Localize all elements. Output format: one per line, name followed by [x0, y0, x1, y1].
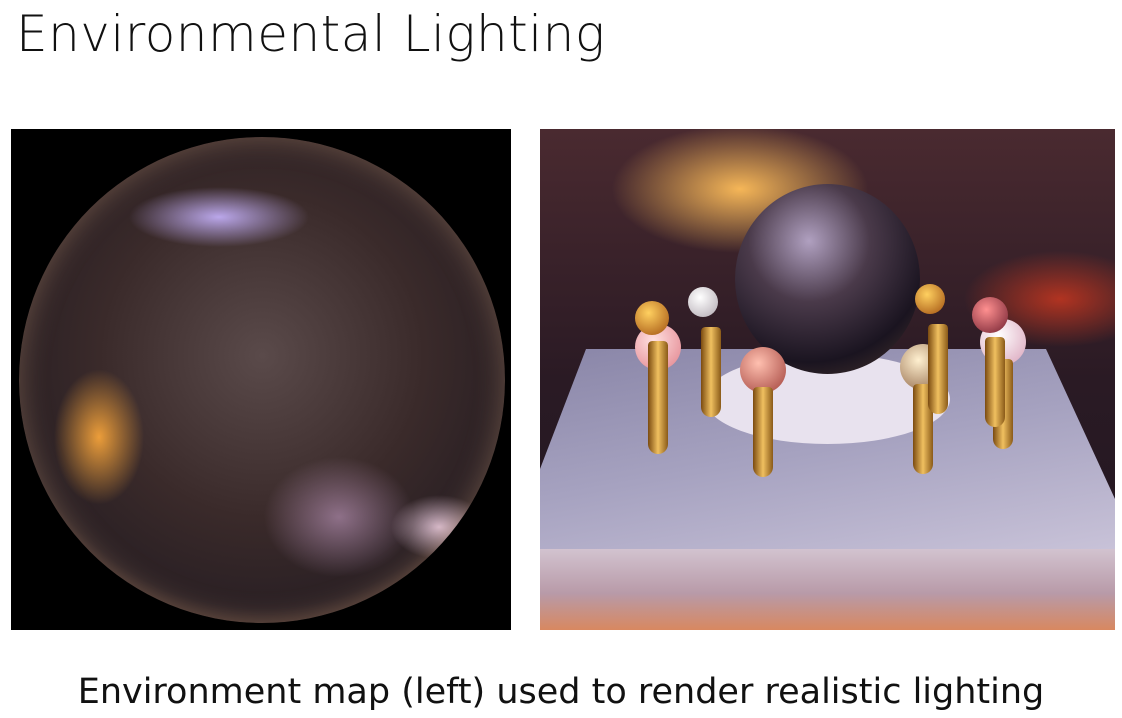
- pawn-sphere: [740, 347, 786, 477]
- slide-caption: Environment map (left) used to render re…: [77, 672, 1045, 712]
- slide-title: Environmental Lighting: [16, 5, 606, 63]
- chrome-ball: [735, 184, 920, 374]
- rendered-scene-image: [540, 129, 1115, 630]
- pawn-sphere: [635, 301, 669, 431]
- pawn-sphere: [688, 287, 721, 417]
- pawn-sphere: [972, 297, 1008, 427]
- table-side: [540, 539, 1115, 630]
- environment-map-image: [11, 129, 511, 630]
- pawn-sphere: [915, 284, 948, 414]
- mirror-sphere: [19, 137, 505, 623]
